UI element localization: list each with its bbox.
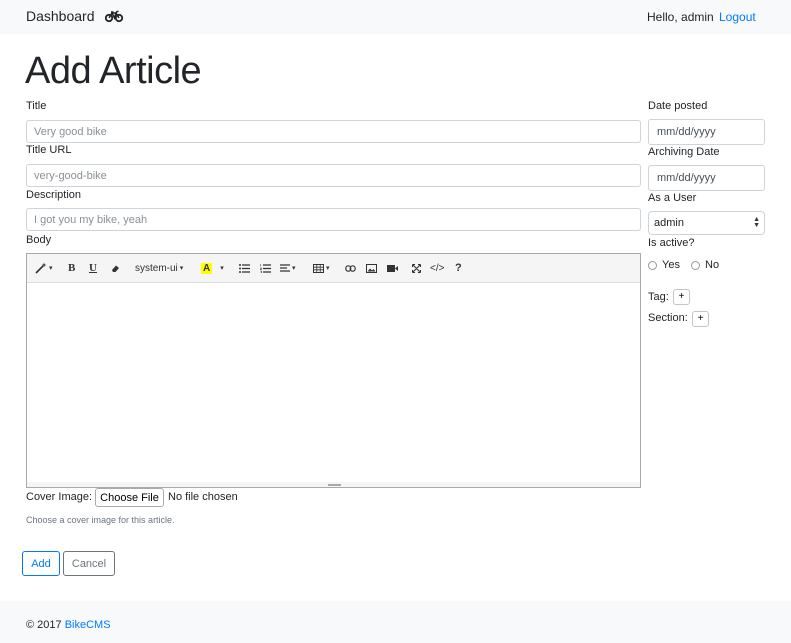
editor-content-area[interactable] [27, 283, 640, 482]
add-button[interactable]: Add [22, 551, 60, 576]
select-arrows-icon: ▲ ▼ [753, 216, 760, 229]
magic-icon[interactable]: ▾ [35, 261, 53, 275]
title-url-label: Title URL [26, 144, 72, 156]
text-color-icon[interactable]: A ▾ [201, 261, 224, 275]
user-select[interactable]: admin ▲ ▼ [648, 211, 765, 235]
description-input[interactable] [26, 208, 641, 231]
radio-circle-icon [691, 260, 700, 270]
editor-resize-handle[interactable] [27, 482, 640, 487]
date-posted-input[interactable]: mm/dd/yyyy [648, 119, 765, 145]
is-active-label: Is active? [648, 237, 695, 249]
body-label: Body [26, 234, 52, 246]
title-label: Title [26, 100, 47, 112]
brand-link[interactable]: Dashboard [26, 8, 123, 24]
cover-image-label: Cover Image: [26, 491, 93, 503]
table-icon[interactable]: ▾ [313, 261, 330, 275]
tag-label: Tag: [648, 291, 669, 303]
radio-circle-icon [648, 260, 657, 270]
archiving-date-label: Archiving Date [648, 146, 720, 158]
bold-icon[interactable]: B [68, 261, 75, 275]
paragraph-align-icon[interactable]: ▾ [280, 261, 296, 275]
active-yes-radio[interactable]: Yes [648, 259, 680, 271]
unordered-list-icon[interactable] [239, 261, 250, 275]
description-label: Description [26, 189, 82, 201]
underline-icon[interactable]: U [89, 261, 97, 275]
footer-brand-link[interactable]: BikeCMS [65, 619, 111, 631]
archiving-date-input[interactable]: mm/dd/yyyy [648, 165, 765, 191]
file-status: No file chosen [168, 491, 238, 503]
picture-icon[interactable] [366, 261, 377, 275]
font-name-dropdown[interactable]: system-ui ▾ [135, 261, 183, 275]
code-view-icon[interactable]: </> [430, 261, 444, 275]
fullscreen-icon[interactable] [412, 261, 421, 275]
title-input[interactable] [26, 120, 641, 143]
cover-image-help: Choose a cover image for this article. [26, 515, 175, 525]
add-section-button[interactable]: + [692, 311, 709, 327]
add-tag-button[interactable]: + [673, 289, 690, 305]
user-select-value: admin [654, 217, 684, 229]
section-label: Section: [648, 312, 688, 324]
title-url-input[interactable] [26, 164, 641, 187]
as-user-label: As a User [648, 192, 697, 204]
rich-text-editor: ▾ B U system-ui ▾ A ▾ ▾ ▾ </> ? [26, 253, 641, 488]
ordered-list-icon[interactable] [260, 261, 271, 275]
link-icon[interactable] [345, 261, 356, 275]
user-greeting: Hello, admin [647, 10, 714, 24]
footer: © 2017 BikeCMS [0, 601, 791, 643]
page-title: Add Article [25, 50, 202, 92]
date-posted-label: Date posted [648, 100, 708, 112]
navbar: Dashboard Hello, admin Logout [0, 0, 791, 34]
choose-file-button[interactable]: Choose File [95, 488, 164, 507]
active-no-radio[interactable]: No [691, 259, 719, 271]
logout-link[interactable]: Logout [719, 10, 756, 24]
help-icon[interactable]: ? [455, 261, 462, 275]
brand-label: Dashboard [26, 8, 95, 24]
footer-copyright: © 2017 BikeCMS [26, 619, 111, 631]
cancel-button[interactable]: Cancel [63, 551, 115, 576]
bicycle-icon [104, 10, 123, 22]
video-icon[interactable] [387, 261, 398, 275]
eraser-icon[interactable] [111, 261, 120, 275]
editor-toolbar: ▾ B U system-ui ▾ A ▾ ▾ ▾ </> ? [27, 254, 640, 283]
